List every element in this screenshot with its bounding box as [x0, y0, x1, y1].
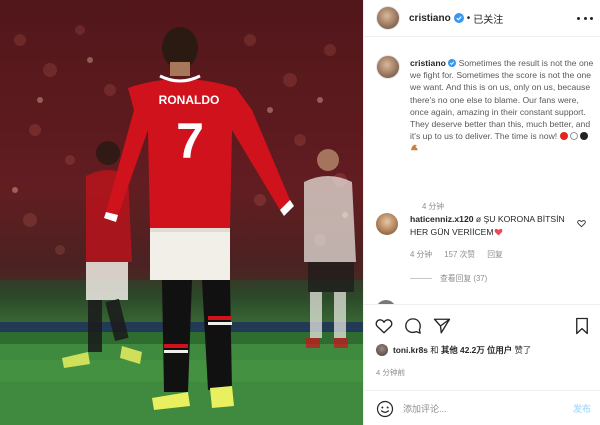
save-bookmark-icon[interactable]: [573, 317, 591, 335]
action-bar: [364, 304, 600, 344]
view-replies-link[interactable]: 查看回复 (37): [410, 273, 487, 284]
verified-badge-icon: [453, 13, 464, 23]
black-circle-icon: [579, 132, 588, 141]
add-comment-bar: 发布: [364, 390, 600, 425]
caption-body: Sometimes the result is not the one we f…: [410, 58, 594, 142]
others-label[interactable]: 其他: [441, 344, 458, 356]
post-header: cristiano • 已关注: [364, 0, 600, 37]
reply-button[interactable]: 回复: [487, 250, 503, 259]
caption-username[interactable]: cristiano: [410, 58, 446, 68]
liked-action: 赞了: [514, 345, 532, 355]
match-scene: RONALDO 7: [0, 0, 363, 425]
commenter-username[interactable]: haticenniz.x120: [410, 214, 474, 224]
post-comment-button[interactable]: 发布: [573, 402, 591, 415]
caption-avatar[interactable]: [376, 55, 400, 79]
liker-avatar[interactable]: [376, 344, 388, 356]
caption-timestamp: 4 分钟: [422, 202, 445, 211]
following-button[interactable]: 已关注: [473, 11, 503, 26]
view-replies-label[interactable]: 查看回复 (37): [440, 273, 487, 284]
separator-dot: •: [466, 12, 471, 24]
comment-input[interactable]: [403, 401, 553, 416]
likes-suffix[interactable]: 位用户: [487, 344, 512, 356]
commenter-avatar[interactable]: [376, 213, 398, 235]
flexed-biceps-icon: [410, 143, 419, 153]
post-timestamp: 4 分钟前: [376, 368, 406, 377]
white-circle-icon: [569, 132, 578, 141]
verified-badge-icon: [448, 58, 457, 68]
jersey-number: 7: [176, 113, 204, 169]
post-panel: cristiano • 已关注 cristiano Sometimes the …: [363, 0, 600, 425]
likes-count[interactable]: 42.2万: [460, 344, 485, 356]
emoji-smile-icon[interactable]: [376, 400, 394, 418]
like-heart-icon[interactable]: [375, 317, 393, 335]
red-heart-icon: [494, 227, 503, 237]
comment-text: haticenniz.x120 ø ŞU KORONA BİTSİN HER G…: [410, 213, 578, 239]
caption-text: cristiano Sometimes the result is not th…: [410, 57, 598, 155]
jersey-name: RONALDO: [159, 93, 220, 107]
more-options-icon[interactable]: [577, 10, 593, 26]
share-paper-plane-icon[interactable]: [433, 317, 451, 335]
liked-connector: 和: [430, 345, 439, 355]
comment-bubble-icon[interactable]: [404, 317, 422, 335]
red-circle-icon: [559, 132, 568, 141]
author-username[interactable]: cristiano: [409, 13, 451, 24]
comment-likes[interactable]: 157 次赞: [444, 250, 475, 259]
liker-username[interactable]: toni.kr8s: [393, 345, 428, 355]
comment-meta: 4 分钟 157 次赞 回复: [410, 249, 513, 260]
comment-timestamp: 4 分钟: [410, 250, 433, 259]
post-photo: RONALDO 7: [0, 0, 363, 425]
comments-list[interactable]: cristiano Sometimes the result is not th…: [364, 38, 600, 304]
replies-divider: [410, 278, 432, 279]
author-avatar[interactable]: [376, 6, 400, 30]
liked-by: toni.kr8s 和 其他 42.2万 位用户 赞了: [376, 344, 531, 356]
like-comment-heart-icon[interactable]: [577, 219, 586, 228]
